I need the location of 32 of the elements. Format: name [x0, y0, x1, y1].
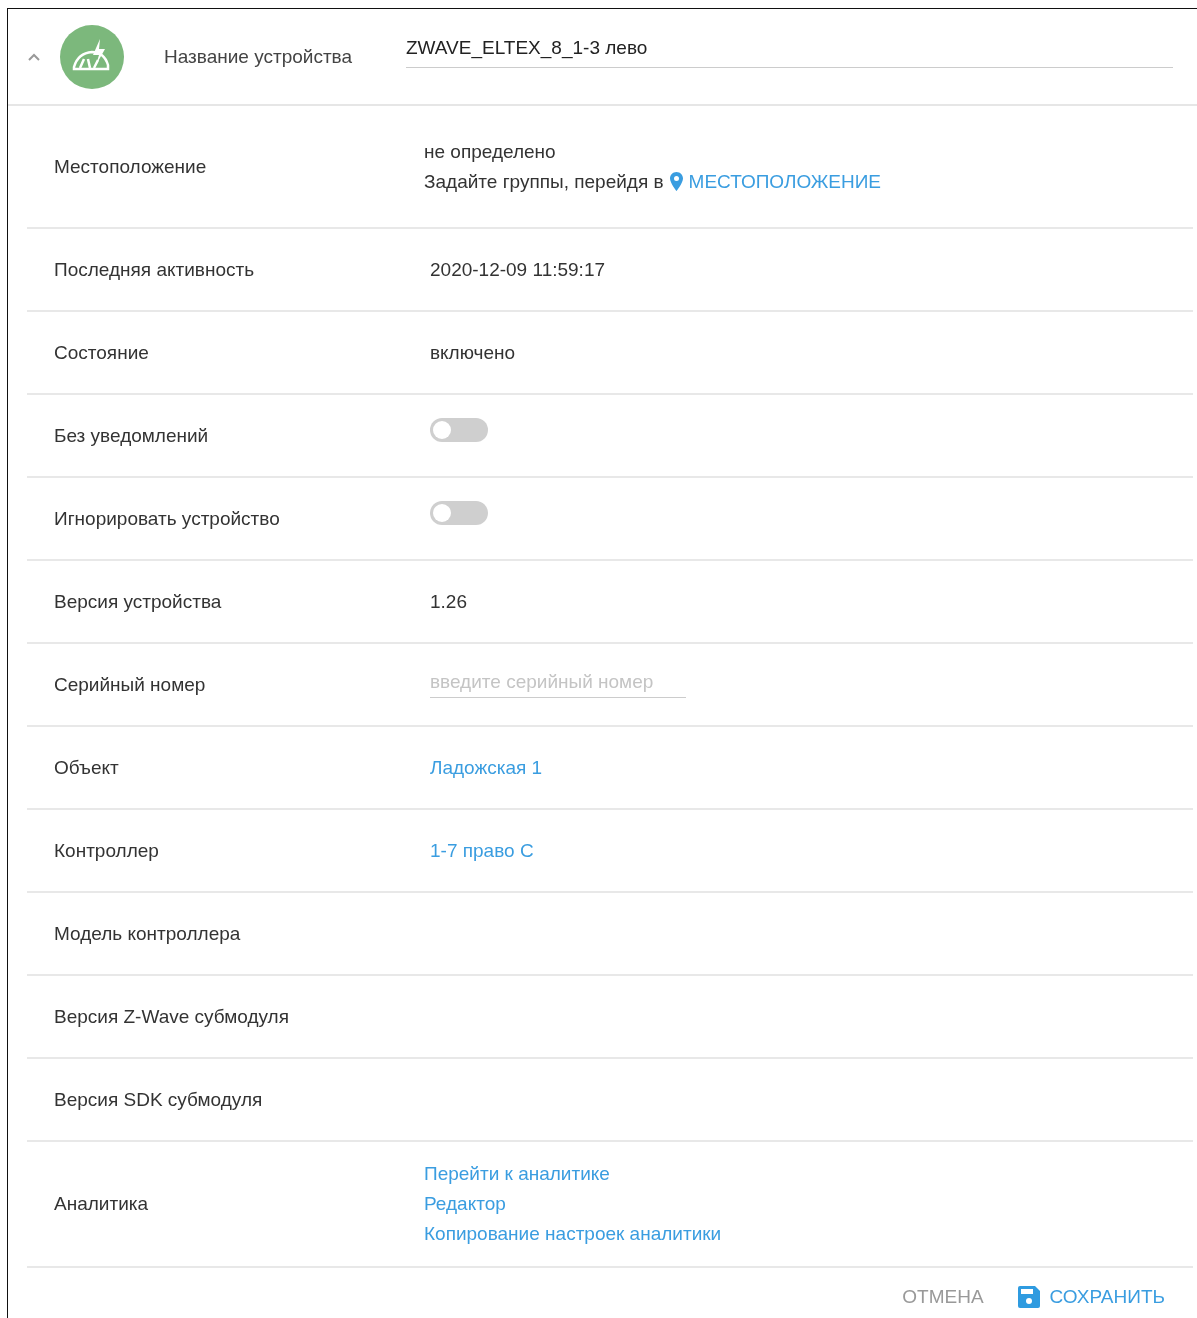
field-label: Серийный номер — [54, 673, 207, 696]
location-pin-icon — [669, 172, 683, 191]
toggle-switch[interactable] — [430, 500, 488, 525]
value-link[interactable]: Ладожская 1 — [430, 756, 543, 778]
field-label: Контроллер — [54, 839, 160, 862]
field-label: Местоположение — [54, 155, 208, 178]
toggle-switch[interactable] — [430, 417, 488, 442]
field-value: 2020-12-09 11:59:17 — [430, 258, 606, 280]
serial-number-field[interactable]: введите серийный номер — [430, 671, 686, 698]
field-value: не определено — [424, 140, 557, 163]
value-link[interactable]: 1-7 право С — [430, 839, 534, 861]
device-name-label: Название устройства — [164, 45, 354, 68]
device-icon — [60, 24, 124, 89]
cancel-button[interactable]: ОТМЕНА — [900, 1282, 986, 1312]
field-label: Игнорировать устройство — [54, 507, 281, 530]
analytics-link[interactable]: Перейти к аналитике — [424, 1163, 610, 1185]
field-label: Версия Z-Wave субмодуля — [54, 1005, 290, 1028]
location-link[interactable]: МЕСТОПОЛОЖЕНИЕ — [688, 170, 882, 193]
analytics-link[interactable]: Копирование настроек аналитики — [424, 1223, 722, 1245]
field-label: Объект — [54, 756, 120, 779]
field-label: Версия устройства — [54, 590, 223, 613]
collapse-chevron-icon[interactable] — [28, 52, 40, 61]
field-label: Последняя активность — [54, 258, 256, 281]
analytics-link[interactable]: Редактор — [424, 1193, 506, 1215]
field-label: Модель контроллера — [54, 922, 242, 945]
save-button[interactable]: СОХРАНИТЬ — [1015, 1282, 1167, 1312]
field-label: Состояние — [54, 341, 150, 364]
field-label: Без уведомлений — [54, 424, 210, 447]
field-value: 1.26 — [430, 590, 467, 612]
field-label: Версия SDK субмодуля — [54, 1088, 264, 1111]
hint-text: Задайте группы, перейдя в — [424, 170, 664, 193]
field-value: включено — [430, 341, 516, 363]
